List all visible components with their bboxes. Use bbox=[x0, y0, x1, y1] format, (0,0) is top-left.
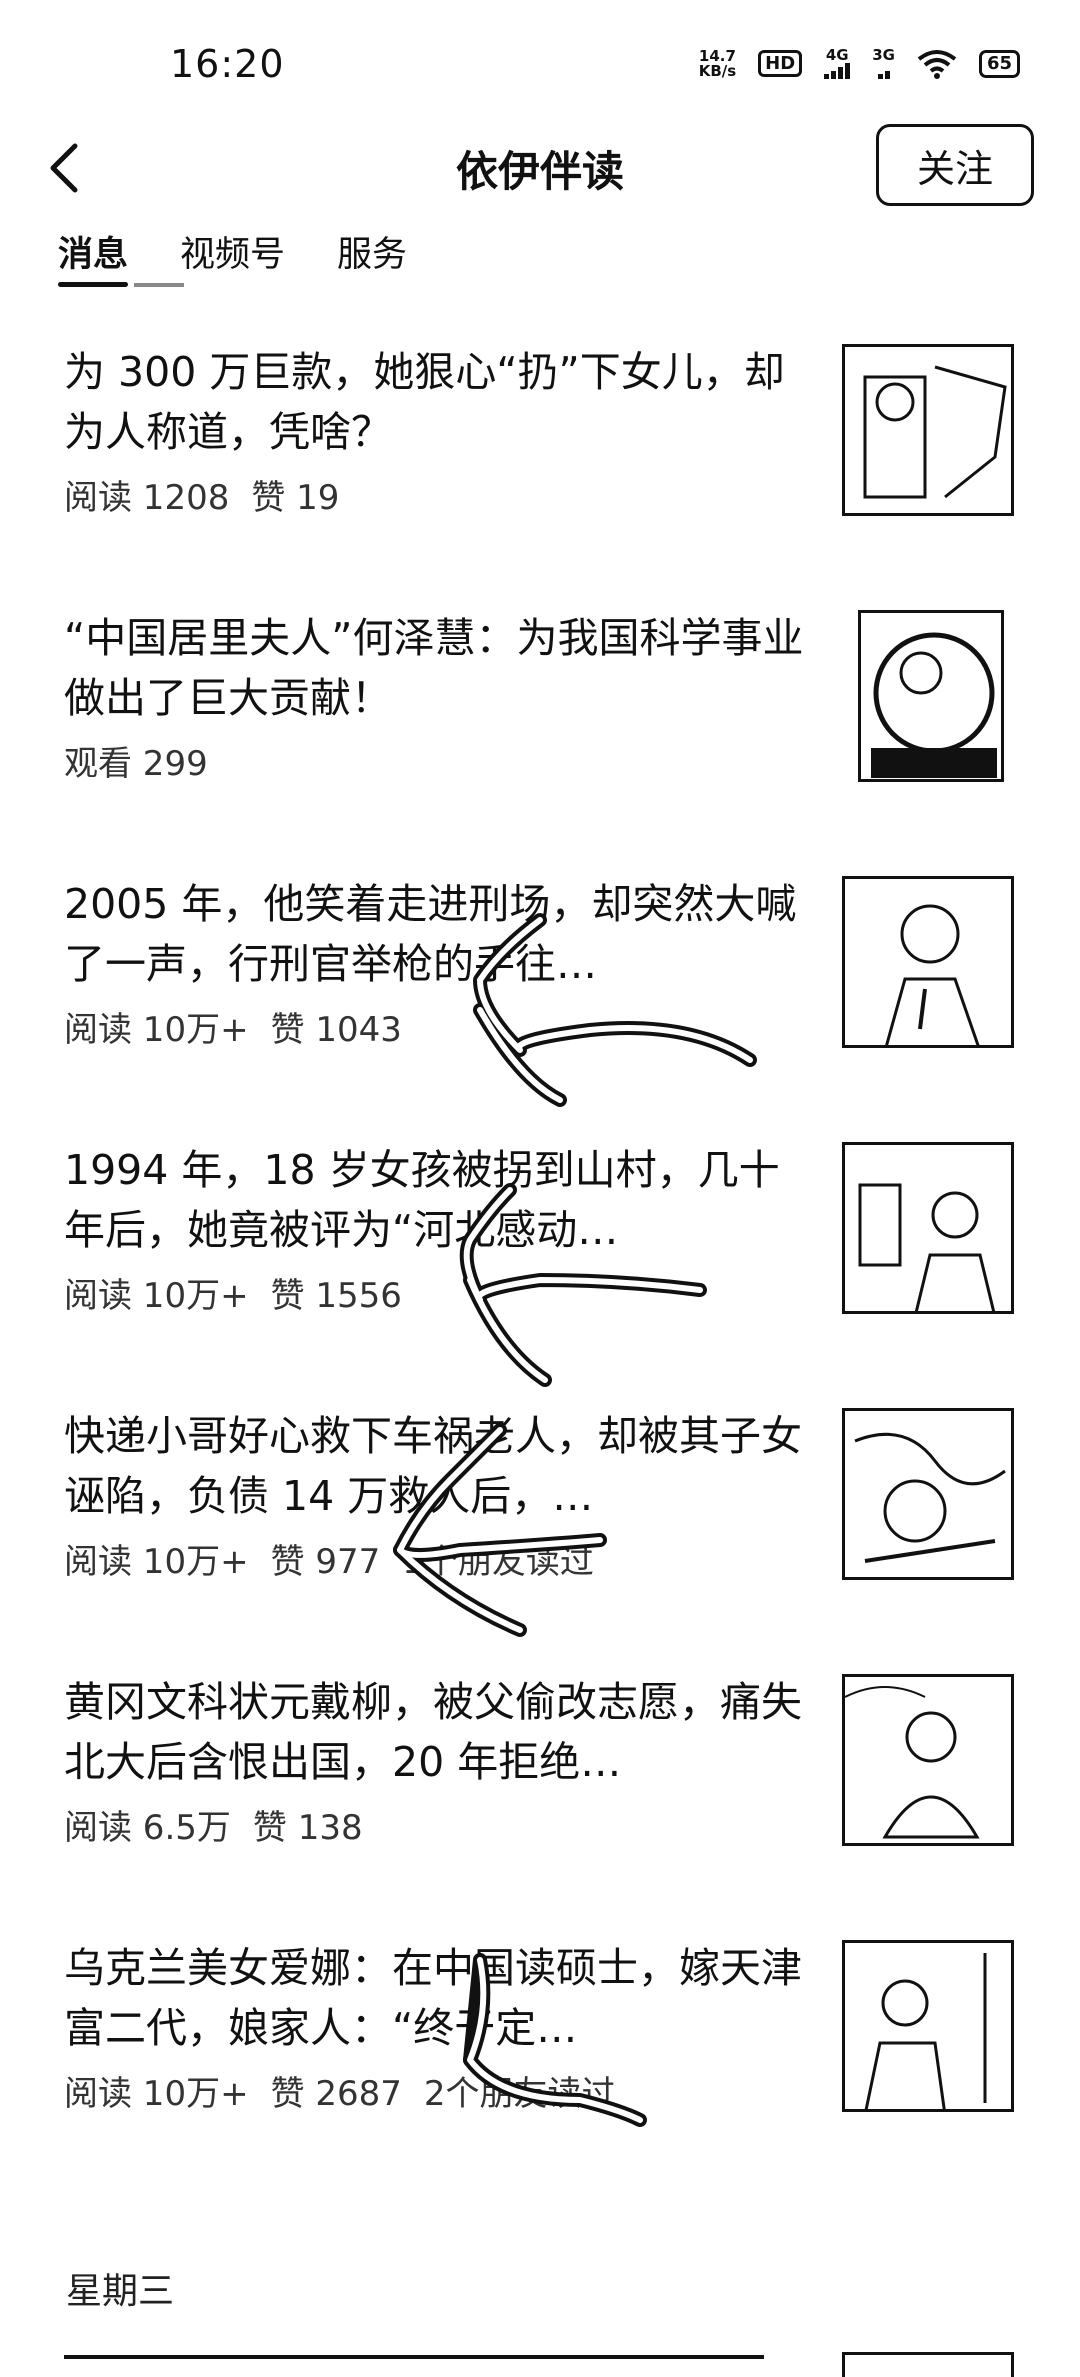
article-meta: 阅读 10万+ 赞 977 1个朋友读过 bbox=[64, 1534, 594, 1583]
divider bbox=[134, 283, 184, 287]
status-bar: 16:20 14.7 KB/s HD 4G 3G 65 bbox=[0, 0, 1080, 130]
net-speed: 14.7 KB/s bbox=[698, 46, 737, 80]
article-thumbnail bbox=[842, 344, 1014, 516]
article-title: 乌克兰美女爱娜：在中国读硕士，嫁天津富二代，娘家人：“终于定… bbox=[64, 1944, 802, 2052]
read-count: 阅读 10万+ bbox=[64, 1010, 249, 1050]
tab-messages[interactable]: 消息 bbox=[58, 226, 129, 287]
view-count: 观看 299 bbox=[64, 744, 208, 784]
article-meta: 阅读 6.5万 赞 138 bbox=[64, 1800, 363, 1849]
app-header: 依伊伴读 关注 bbox=[0, 120, 1080, 230]
article-title: 2005 年，他笑着走进刑场，却突然大喊了一声，行刑官举枪的手往… bbox=[64, 880, 797, 988]
date-separator: 星期三 bbox=[66, 2271, 175, 2312]
article-meta: 观看 299 bbox=[64, 736, 208, 785]
article-item[interactable]: 黄冈文科状元戴柳，被父偷改志愿，痛失北大后含恨出国，20 年拒绝… 阅读 6.5… bbox=[0, 1660, 1080, 1926]
tab-bar: 消息 视频号 服务 bbox=[58, 226, 407, 287]
read-count: 阅读 6.5万 bbox=[64, 1808, 231, 1848]
article-meta: 阅读 10万+ 赞 2687 2个朋友读过 bbox=[64, 2066, 616, 2115]
signal-3g-icon: 3G bbox=[872, 48, 895, 79]
like-count: 赞 1043 bbox=[270, 1010, 402, 1050]
article-thumbnail bbox=[842, 1408, 1014, 1580]
read-count: 阅读 10万+ bbox=[64, 1276, 249, 1316]
article-thumbnail bbox=[842, 1940, 1014, 2112]
friends-read: 1个朋友读过 bbox=[402, 1542, 594, 1582]
article-item[interactable]: 为 300 万巨款，她狠心“扔”下女儿，却为人称道，凭啥？ 阅读 1208 赞 … bbox=[0, 330, 1080, 596]
article-title: 黄冈文科状元戴柳，被父偷改志愿，痛失北大后含恨出国，20 年拒绝… bbox=[64, 1678, 802, 1786]
friends-read: 2个朋友读过 bbox=[423, 2074, 616, 2114]
like-count: 赞 1556 bbox=[270, 1276, 402, 1316]
like-count: 赞 2687 bbox=[270, 2074, 402, 2114]
signal-4g-icon: 4G bbox=[824, 48, 851, 79]
read-count: 阅读 1208 bbox=[64, 478, 230, 518]
hd-icon: HD bbox=[758, 50, 803, 77]
read-count: 阅读 10万+ bbox=[64, 1542, 249, 1582]
next-article-thumbnail bbox=[842, 2352, 1014, 2377]
article-meta: 阅读 10万+ 赞 1043 bbox=[64, 1002, 402, 1051]
tab-services[interactable]: 服务 bbox=[337, 226, 407, 287]
battery-icon: 65 bbox=[978, 49, 1020, 78]
like-count: 赞 977 bbox=[270, 1542, 381, 1582]
like-count: 赞 138 bbox=[252, 1808, 363, 1848]
article-meta: 阅读 10万+ 赞 1556 bbox=[64, 1268, 402, 1317]
article-title: 1994 年，18 岁女孩被拐到山村，几十年后，她竟被评为“河北感动… bbox=[64, 1146, 780, 1254]
article-item[interactable]: 乌克兰美女爱娜：在中国读硕士，嫁天津富二代，娘家人：“终于定… 阅读 10万+ … bbox=[0, 1926, 1080, 2192]
article-thumbnail bbox=[842, 1142, 1014, 1314]
next-article-peek bbox=[64, 2355, 764, 2377]
read-count: 阅读 10万+ bbox=[64, 2074, 249, 2114]
article-title: 快递小哥好心救下车祸老人，却被其子女诬陷，负债 14 万救人后，… bbox=[64, 1412, 802, 1520]
article-item[interactable]: “中国居里夫人”何泽慧：为我国科学事业做出了巨大贡献！ 观看 299 bbox=[0, 596, 1080, 862]
tab-channels[interactable]: 视频号 bbox=[180, 226, 285, 287]
article-thumbnail bbox=[842, 876, 1014, 1048]
article-feed: 为 300 万巨款，她狠心“扔”下女儿，却为人称道，凭啥？ 阅读 1208 赞 … bbox=[0, 330, 1080, 2192]
article-thumbnail bbox=[858, 610, 1004, 782]
status-time: 16:20 bbox=[170, 42, 285, 86]
status-icons: 14.7 KB/s HD 4G 3G 65 bbox=[699, 48, 1020, 79]
like-count: 赞 19 bbox=[251, 478, 340, 518]
article-thumbnail bbox=[842, 1674, 1014, 1846]
article-meta: 阅读 1208 赞 19 bbox=[64, 470, 339, 519]
article-item[interactable]: 2005 年，他笑着走进刑场，却突然大喊了一声，行刑官举枪的手往… 阅读 10万… bbox=[0, 862, 1080, 1128]
follow-button[interactable]: 关注 bbox=[876, 124, 1034, 206]
wifi-icon bbox=[917, 49, 957, 79]
article-title: 为 300 万巨款，她狠心“扔”下女儿，却为人称道，凭啥？ bbox=[64, 348, 785, 456]
article-item[interactable]: 1994 年，18 岁女孩被拐到山村，几十年后，她竟被评为“河北感动… 阅读 1… bbox=[0, 1128, 1080, 1394]
article-item[interactable]: 快递小哥好心救下车祸老人，却被其子女诬陷，负债 14 万救人后，… 阅读 10万… bbox=[0, 1394, 1080, 1660]
article-title: “中国居里夫人”何泽慧：为我国科学事业做出了巨大贡献！ bbox=[64, 614, 804, 722]
